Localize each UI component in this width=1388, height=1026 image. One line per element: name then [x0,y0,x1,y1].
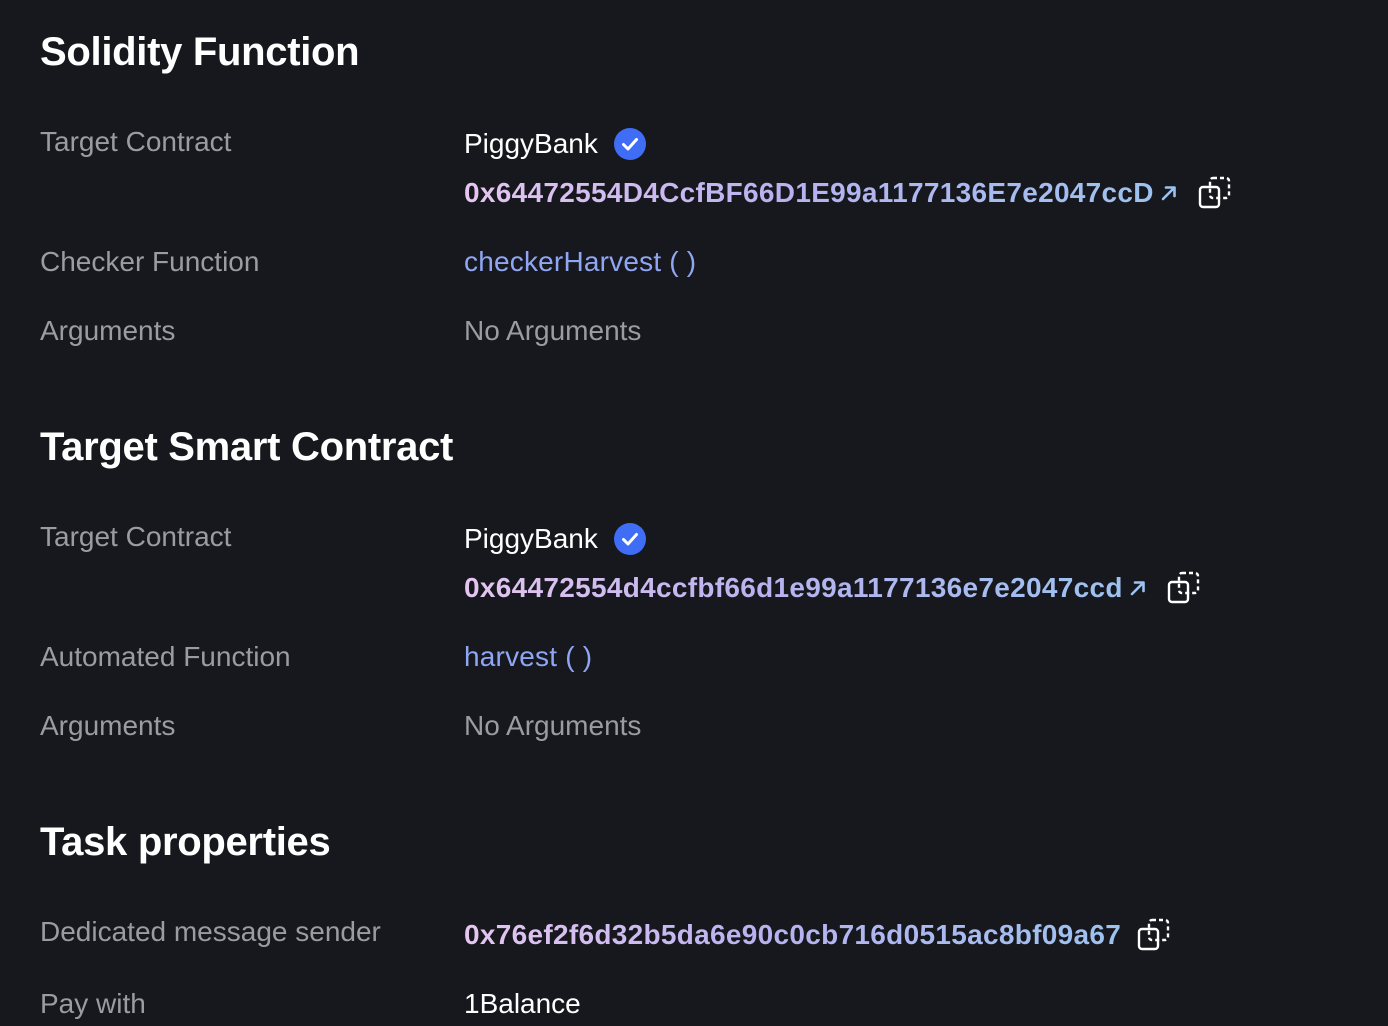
contract-address-row: 0x64472554d4ccfbf66d1e99a1177136e7e2047c… [464,571,1201,605]
dedicated-sender-label: Dedicated message sender [40,916,381,947]
arguments-label: Arguments [40,315,176,346]
section-title-solidity-function: Solidity Function [40,30,360,74]
contract-name: PiggyBank [464,523,598,554]
verified-badge-icon [613,128,646,160]
pay-with-label: Pay with [40,988,146,1019]
checker-function-label: Checker Function [40,246,260,277]
contract-name: PiggyBank [464,128,598,159]
copy-icon[interactable] [1198,176,1232,210]
arguments-label: Arguments [40,710,176,741]
automated-function-label: Automated Function [40,641,291,672]
contract-address-link[interactable]: 0x64472554D4CcfBF66D1E99a1177136E7e2047c… [464,179,1154,207]
arguments-value: No Arguments [464,315,642,346]
section-title-target-smart-contract: Target Smart Contract [40,425,454,469]
dedicated-sender-row: 0x76ef2f6d32b5da6e90c0cb716d0515ac8bf09a… [464,918,1171,952]
contract-address-row: 0x64472554D4CcfBF66D1E99a1177136E7e2047c… [464,176,1232,210]
pay-with-value: 1Balance [464,988,581,1019]
automated-function-link[interactable]: harvest ( ) [464,643,592,671]
target-contract-label: Target Contract [40,126,232,157]
contract-name-row: PiggyBank [464,523,646,555]
contract-name-row: PiggyBank [464,128,646,160]
section-title-task-properties: Task properties [40,820,331,864]
copy-icon[interactable] [1167,571,1201,605]
copy-icon[interactable] [1137,918,1171,952]
checker-function-link[interactable]: checkerHarvest ( ) [464,248,696,276]
target-contract-label: Target Contract [40,521,232,552]
arguments-value: No Arguments [464,710,642,741]
contract-address-link[interactable]: 0x64472554d4ccfbf66d1e99a1177136e7e2047c… [464,574,1123,602]
verified-badge-icon [613,523,646,555]
external-link-icon[interactable] [1127,577,1149,599]
external-link-icon[interactable] [1158,182,1180,204]
dedicated-sender-address: 0x76ef2f6d32b5da6e90c0cb716d0515ac8bf09a… [464,919,1122,950]
